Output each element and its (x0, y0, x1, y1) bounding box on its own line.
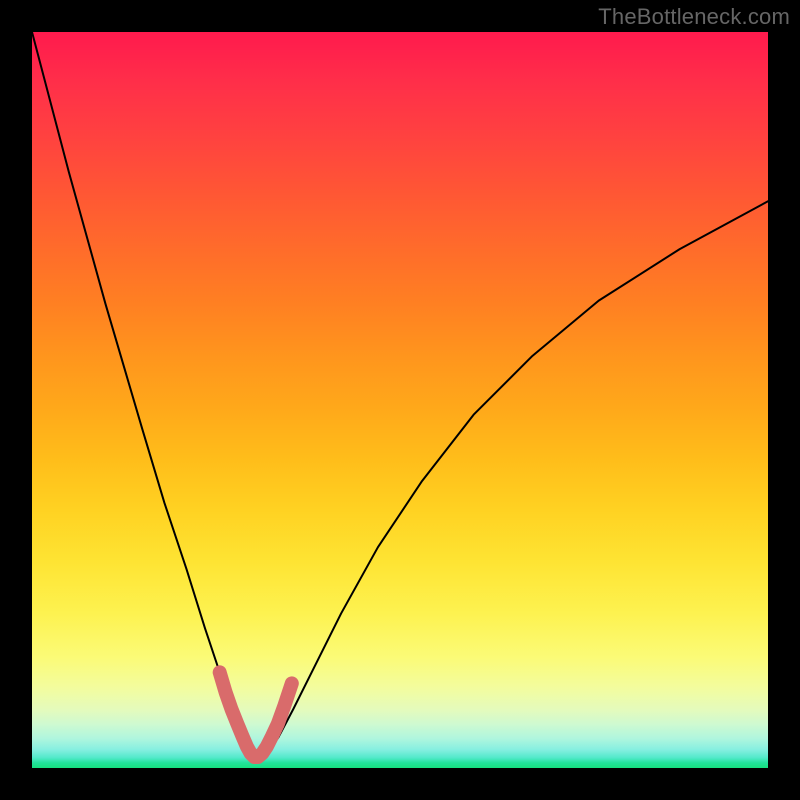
watermark-text: TheBottleneck.com (598, 4, 790, 30)
plot-area (32, 32, 768, 768)
highlighted-segment (220, 672, 292, 757)
curve-svg (32, 32, 768, 768)
chart-frame: TheBottleneck.com (0, 0, 800, 800)
performance-curve (32, 32, 768, 758)
